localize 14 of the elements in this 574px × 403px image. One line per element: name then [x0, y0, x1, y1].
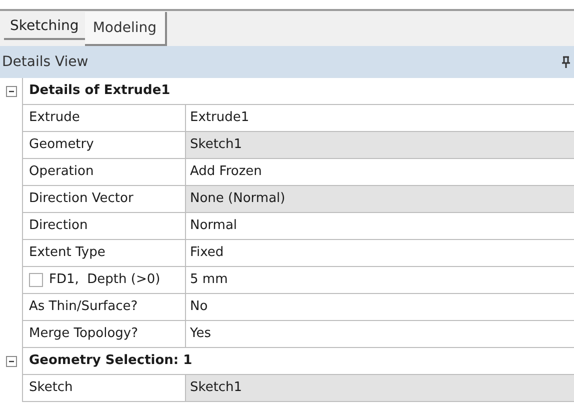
collapse-toggle[interactable]: [6, 86, 16, 97]
group-title: Details of Extrude1: [29, 82, 170, 100]
property-value-cell[interactable]: Sketch1: [186, 132, 574, 159]
property-value-cell[interactable]: Sketch1: [186, 375, 574, 402]
minus-icon: [8, 358, 14, 365]
property-value-cell[interactable]: None (Normal): [186, 186, 574, 213]
pin-icon[interactable]: [562, 56, 570, 68]
tab[interactable]: Modeling: [84, 12, 167, 46]
checkbox[interactable]: [29, 273, 43, 287]
group-title: Geometry Selection: 1: [29, 352, 192, 370]
collapse-toggle[interactable]: [6, 356, 16, 367]
panel-title: Details View: [2, 52, 88, 72]
property-label-cell: FD1, Depth (>0): [22, 267, 186, 294]
minus-icon: [8, 88, 14, 95]
